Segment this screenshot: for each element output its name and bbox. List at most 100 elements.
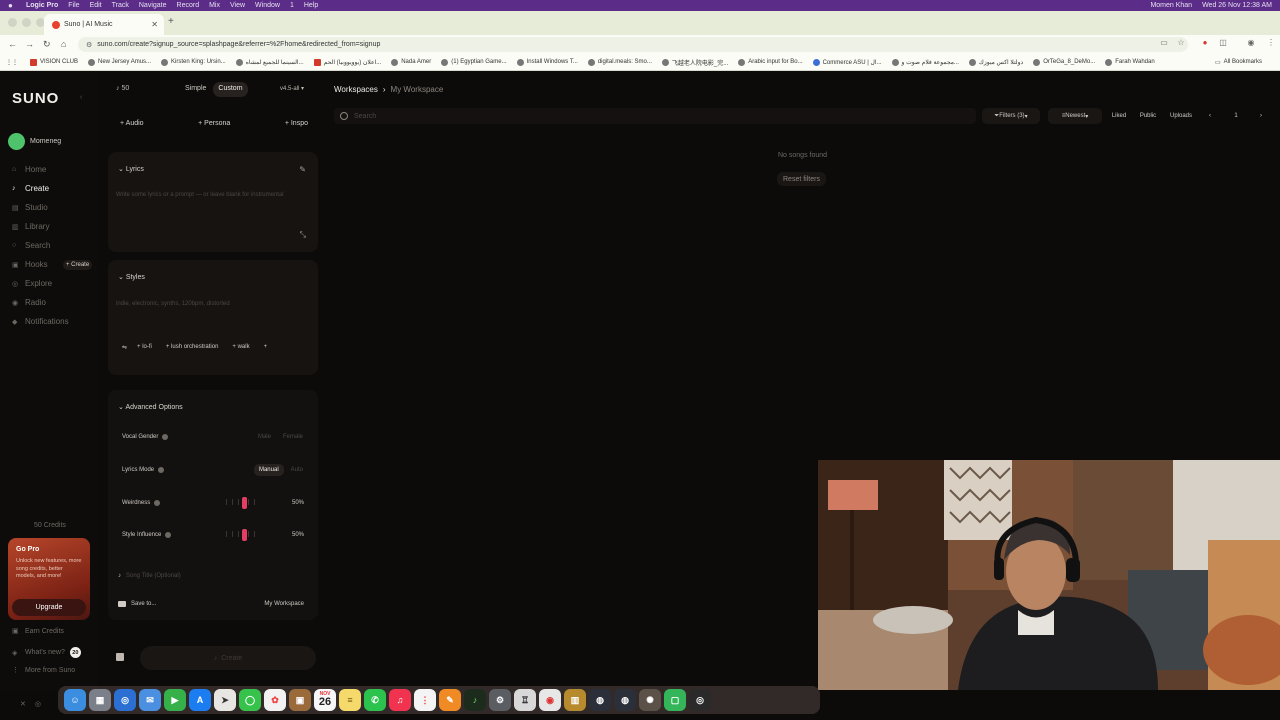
model-selector[interactable]: v4.5-all ▾ bbox=[280, 85, 304, 92]
reload-icon[interactable]: ↻ bbox=[43, 39, 51, 50]
bookmark-item[interactable]: OrTeGa_8_DeMo... bbox=[1033, 58, 1095, 66]
forward-icon[interactable]: → bbox=[25, 39, 34, 49]
hooks-create-button[interactable]: + Create bbox=[63, 260, 93, 270]
sidebar-item-notifications[interactable]: ◆ Notifications bbox=[12, 317, 69, 326]
instagram-icon[interactable]: ◎ bbox=[35, 700, 41, 708]
filters-button[interactable]: ⏷ Filters (3) ▾ bbox=[982, 108, 1040, 124]
earn-credits-link[interactable]: ▣ Earn Credits bbox=[12, 627, 64, 636]
record-icon[interactable]: ● bbox=[1200, 38, 1210, 49]
sidebar-item-home[interactable]: ⌂ Home bbox=[12, 165, 46, 174]
lyrics-auto-option[interactable]: Auto bbox=[286, 464, 308, 476]
workspace-selector[interactable]: My Workspace bbox=[264, 601, 304, 607]
bookmark-item[interactable]: New Jersey Amus... bbox=[88, 58, 151, 66]
slider-handle[interactable] bbox=[242, 497, 247, 509]
sidebar-item-create[interactable]: ♪ Create bbox=[12, 184, 49, 193]
magic-wand-icon[interactable]: ✎ bbox=[299, 165, 306, 174]
sidebar-item-search[interactable]: ○ Search bbox=[12, 241, 50, 250]
trash-icon[interactable] bbox=[116, 653, 124, 661]
sidebar-item-hooks[interactable]: ▣ Hooks bbox=[12, 260, 48, 269]
menu-navigate[interactable]: Navigate bbox=[139, 2, 167, 9]
reset-filters-button[interactable]: Reset filters bbox=[777, 172, 826, 186]
style-tag[interactable]: + lush orchestration bbox=[166, 344, 219, 351]
menubar-clock[interactable]: Wed 26 Nov 12:38 AM bbox=[1202, 2, 1272, 9]
create-button[interactable]: ♪ Create bbox=[140, 646, 316, 670]
messages-icon[interactable]: ◯ bbox=[239, 689, 261, 711]
bookmark-item[interactable]: Farah Wahdan bbox=[1105, 58, 1155, 66]
address-bar[interactable]: ⚙ suno.com/create?signup_source=splashpa… bbox=[78, 37, 1188, 52]
sort-button[interactable]: ≡ Newest ▾ bbox=[1048, 108, 1102, 124]
pages-icon[interactable]: ✎ bbox=[439, 689, 461, 711]
browser-tab-suno[interactable]: Suno | AI Music ✕ bbox=[44, 14, 164, 35]
liked-filter[interactable]: Liked bbox=[1108, 108, 1130, 124]
vocal-female-option[interactable]: Female bbox=[278, 431, 308, 443]
sunflower-icon[interactable]: ✺ bbox=[639, 689, 661, 711]
back-icon[interactable]: ← bbox=[8, 39, 17, 49]
upgrade-button[interactable]: Upgrade bbox=[12, 599, 86, 616]
suno-logo[interactable]: SUNO bbox=[12, 90, 59, 107]
lyrics-manual-option[interactable]: Manual bbox=[253, 464, 284, 476]
mode-custom-tab[interactable]: Custom bbox=[213, 82, 248, 97]
all-bookmarks[interactable]: ▭ All Bookmarks bbox=[1215, 59, 1262, 66]
phone-link-icon[interactable]: ▢ bbox=[664, 689, 686, 711]
vocal-male-option[interactable]: Male bbox=[253, 431, 276, 443]
add-inspo-button[interactable]: + Inspo bbox=[285, 120, 308, 127]
calendar-icon[interactable]: NOV 26 bbox=[314, 689, 336, 711]
facetime-icon[interactable]: ▶ bbox=[164, 689, 186, 711]
menu-view[interactable]: View bbox=[230, 2, 245, 9]
archive-utility-icon[interactable]: ▥ bbox=[564, 689, 586, 711]
uploads-filter[interactable]: Uploads bbox=[1167, 108, 1195, 124]
breadcrumb-workspaces[interactable]: Workspaces bbox=[334, 85, 378, 94]
app-store-icon[interactable]: A bbox=[189, 689, 211, 711]
finder-icon[interactable]: ☺ bbox=[64, 689, 86, 711]
bookmark-item[interactable]: Install Windows T... bbox=[516, 58, 578, 66]
whatsapp-icon[interactable]: ✆ bbox=[364, 689, 386, 711]
audio-app-2-icon[interactable]: ◍ bbox=[614, 689, 636, 711]
minimize-window-icon[interactable] bbox=[22, 18, 31, 27]
bookmark-item[interactable]: اعلان (يوويووبيا) الحم... bbox=[313, 58, 381, 66]
bookmark-item[interactable]: Commerce ASU | ال... bbox=[812, 58, 882, 66]
prev-page-icon[interactable]: ‹ bbox=[1205, 108, 1215, 124]
system-settings-icon[interactable]: ⚙ bbox=[489, 689, 511, 711]
style-tag[interactable]: + lo-fi bbox=[137, 344, 152, 351]
add-persona-button[interactable]: + Persona bbox=[198, 120, 230, 127]
user-profile[interactable]: Momeneg bbox=[8, 133, 61, 150]
screenshot-icon[interactable]: ◎ bbox=[689, 689, 711, 711]
logic-pro-icon[interactable]: ♪ bbox=[464, 689, 486, 711]
bookmark-item[interactable]: مجموعة فلام صوت و... bbox=[891, 58, 959, 66]
menu-file[interactable]: File bbox=[68, 2, 79, 9]
collapse-sidebar-icon[interactable]: ‹ bbox=[80, 94, 82, 101]
profile-icon[interactable]: ◉ bbox=[1246, 38, 1256, 49]
menu-edit[interactable]: Edit bbox=[90, 2, 102, 9]
menu-help[interactable]: Help bbox=[304, 2, 318, 9]
mode-simple-tab[interactable]: Simple bbox=[180, 82, 211, 97]
menu-app-name[interactable]: Logic Pro bbox=[26, 2, 58, 9]
info-icon[interactable] bbox=[162, 434, 169, 440]
bookmark-item[interactable]: Nada Amer bbox=[391, 58, 431, 66]
lyrics-header[interactable]: ⌄ Lyrics bbox=[118, 165, 144, 173]
music-icon[interactable]: ♫ bbox=[389, 689, 411, 711]
bookmark-item[interactable]: السينما للجميع لمشاه... bbox=[235, 58, 304, 66]
slider-handle[interactable] bbox=[242, 529, 247, 541]
info-icon[interactable] bbox=[154, 500, 161, 506]
contacts-icon[interactable]: ▣ bbox=[289, 689, 311, 711]
bookmark-item[interactable]: دولتلا اكس ميوزك bbox=[968, 58, 1023, 66]
advanced-options-header[interactable]: ⌄ Advanced Options bbox=[118, 403, 183, 411]
weirdness-slider[interactable] bbox=[220, 497, 260, 509]
chrome-icon[interactable]: ◉ bbox=[539, 689, 561, 711]
save-to-row[interactable]: Save to... bbox=[118, 601, 156, 607]
audio-app-icon[interactable]: ◍ bbox=[589, 689, 611, 711]
bookmark-star-icon[interactable]: ☆ bbox=[1176, 38, 1186, 49]
styles-header[interactable]: ⌄ Styles bbox=[118, 273, 145, 281]
apps-grid-icon[interactable]: ⋮⋮ bbox=[6, 59, 18, 66]
bookmark-item[interactable]: 飞越老人院电影_完... bbox=[661, 58, 728, 67]
sidebar-item-radio[interactable]: ◉ Radio bbox=[12, 298, 46, 307]
styles-input[interactable]: indie, electronic, synths, 120bpm, disto… bbox=[116, 301, 230, 307]
lyrics-input[interactable]: Write some lyrics or a prompt — or leave… bbox=[116, 192, 284, 198]
menu-track[interactable]: Track bbox=[112, 2, 129, 9]
sidebar-item-studio[interactable]: ▤ Studio bbox=[12, 203, 48, 212]
bookmark-item[interactable]: Arabic input for Bo... bbox=[738, 58, 803, 66]
public-filter[interactable]: Public bbox=[1136, 108, 1160, 124]
mail-icon[interactable]: ✉ bbox=[139, 689, 161, 711]
sidebar-item-explore[interactable]: ◎ Explore bbox=[12, 279, 52, 288]
launchpad-icon[interactable]: ▦ bbox=[89, 689, 111, 711]
